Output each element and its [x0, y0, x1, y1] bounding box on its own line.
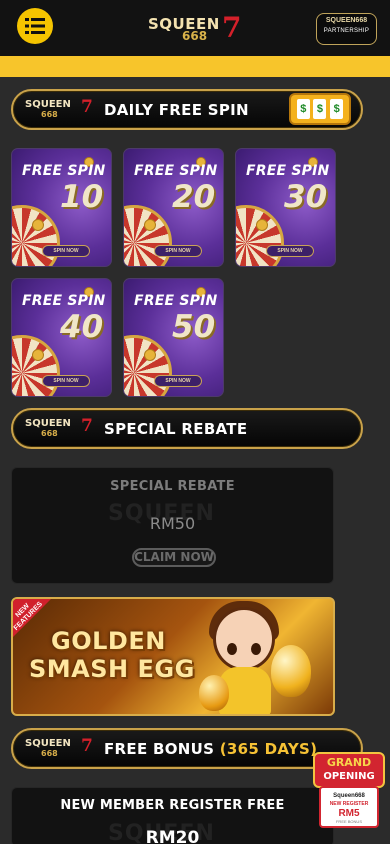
- grand-label: GRAND: [326, 756, 372, 769]
- free-spin-number: 30: [284, 179, 328, 215]
- brand-logo[interactable]: SQUEEN 668 7: [148, 11, 242, 44]
- free-spin-label: FREE SPIN: [134, 293, 218, 309]
- rebate-title: SPECIAL REBATE: [110, 479, 235, 494]
- free-spin-number: 10: [60, 179, 104, 215]
- free-spin-card-40[interactable]: FREE SPIN 40 SPIN NOW: [11, 278, 112, 397]
- section-logo-digits: 668: [41, 749, 58, 758]
- free-spin-label: FREE SPIN: [22, 293, 106, 309]
- section-logo: SQUEEN 668 7: [25, 97, 95, 122]
- spin-now-button[interactable]: SPIN NOW: [154, 245, 202, 257]
- special-rebate-banner: SQUEEN 668 7 SPECIAL REBATE: [11, 408, 363, 449]
- grand-opening-body: Squeen668 NEW REGISTER RM5 FREE BONUS: [319, 786, 379, 828]
- claim-now-button[interactable]: CLAIM NOW: [132, 548, 216, 567]
- coin-icon: [144, 349, 156, 361]
- bonus-amount: RM20: [145, 828, 200, 844]
- partnership-button[interactable]: SQUEEN668 PARTNERSHIP: [316, 13, 377, 45]
- logo-mark: 7: [222, 11, 242, 44]
- coin-icon: [144, 219, 156, 231]
- grand-opening-fine-print: FREE BONUS: [335, 819, 362, 824]
- slot-reel: $: [296, 99, 310, 119]
- prize-wheel-icon: [236, 205, 284, 266]
- rebate-amount: RM50: [149, 514, 196, 533]
- free-bonus-banner: SQUEEN 668 7 FREE BONUS (365 DAYS): [11, 728, 363, 769]
- section-title: SPECIAL REBATE: [104, 420, 248, 438]
- golden-smash-egg-banner[interactable]: NEW FEATURES GOLDEN SMASH EGG: [11, 597, 335, 716]
- grand-opening-float-button[interactable]: GRAND OPENING Squeen668 NEW REGISTER RM5…: [313, 752, 385, 828]
- grand-opening-amount: RM5: [338, 808, 360, 819]
- new-member-bonus-card: NEW MEMBER REGISTER FREE SQUEEN RM20: [11, 787, 334, 844]
- promo-title-line2: SMASH EGG: [29, 655, 195, 683]
- prize-wheel-icon: [124, 335, 172, 396]
- slot-reel: $: [330, 99, 344, 119]
- section-logo-word: SQUEEN: [25, 738, 71, 749]
- free-spin-card-10[interactable]: FREE SPIN 10 SPIN NOW: [11, 148, 112, 267]
- character-eye: [227, 643, 237, 655]
- section-logo: SQUEEN 668 7: [25, 416, 95, 441]
- free-spin-label: FREE SPIN: [246, 163, 330, 179]
- character-eye: [251, 643, 261, 655]
- prize-wheel-icon: [12, 205, 60, 266]
- coin-icon: [32, 219, 44, 231]
- spin-now-button[interactable]: SPIN NOW: [154, 375, 202, 387]
- spin-now-button[interactable]: SPIN NOW: [42, 245, 90, 257]
- section-logo-mark: 7: [81, 416, 93, 436]
- grand-opening-header: GRAND OPENING: [313, 752, 385, 788]
- section-title: DAILY FREE SPIN: [104, 101, 249, 119]
- grand-opening-brand: Squeen668: [333, 793, 365, 799]
- promo-title-line1: GOLDEN: [51, 627, 166, 655]
- grand-opening-caption: NEW REGISTER: [329, 801, 369, 807]
- free-spin-card-50[interactable]: FREE SPIN 50 SPIN NOW: [123, 278, 224, 397]
- partnership-logo: SQUEEN668: [325, 17, 368, 24]
- list-menu-icon: [25, 18, 45, 34]
- slot-reel: $: [313, 99, 327, 119]
- free-spin-card-20[interactable]: FREE SPIN 20 SPIN NOW: [123, 148, 224, 267]
- coin-icon: [32, 349, 44, 361]
- character-illustration: [213, 607, 275, 671]
- partnership-label: PARTNERSHIP: [323, 28, 370, 34]
- spin-now-button[interactable]: SPIN NOW: [42, 375, 90, 387]
- section-logo-word: SQUEEN: [25, 99, 71, 110]
- section-logo-word: SQUEEN: [25, 418, 71, 429]
- golden-egg-icon: [199, 675, 229, 711]
- golden-egg-icon: [271, 645, 311, 697]
- free-spin-label: FREE SPIN: [22, 163, 106, 179]
- free-spin-label: FREE SPIN: [134, 163, 218, 179]
- section-title-text: FREE BONUS: [104, 740, 215, 758]
- daily-free-spin-banner: SQUEEN 668 7 DAILY FREE SPIN $ $ $: [11, 89, 363, 130]
- spin-now-button[interactable]: SPIN NOW: [266, 245, 314, 257]
- section-logo-digits: 668: [41, 429, 58, 438]
- section-logo-mark: 7: [81, 736, 93, 756]
- free-spin-card-30[interactable]: FREE SPIN 30 SPIN NOW: [235, 148, 336, 267]
- opening-label: OPENING: [323, 771, 375, 782]
- slot-machine-icon: $ $ $: [289, 93, 351, 125]
- prize-wheel-icon: [124, 205, 172, 266]
- coin-icon: [256, 219, 268, 231]
- logo-digits: 668: [182, 29, 208, 43]
- section-title-accent: (365 DAYS): [219, 740, 318, 758]
- section-logo-mark: 7: [81, 97, 93, 117]
- special-rebate-card: SPECIAL REBATE SQUEEN RM50 CLAIM NOW: [11, 467, 334, 584]
- menu-button[interactable]: [17, 8, 53, 44]
- section-title: FREE BONUS (365 DAYS): [104, 740, 317, 758]
- free-spin-number: 20: [172, 179, 216, 215]
- prize-wheel-icon: [12, 335, 60, 396]
- section-logo: SQUEEN 668 7: [25, 736, 95, 761]
- free-spin-number: 40: [60, 309, 104, 345]
- section-logo-digits: 668: [41, 110, 58, 119]
- top-app-bar: SQUEEN 668 7 SQUEEN668 PARTNERSHIP: [0, 0, 390, 56]
- announcement-bar: [0, 56, 390, 77]
- free-spin-number: 50: [172, 309, 216, 345]
- bonus-title: NEW MEMBER REGISTER FREE: [60, 798, 285, 813]
